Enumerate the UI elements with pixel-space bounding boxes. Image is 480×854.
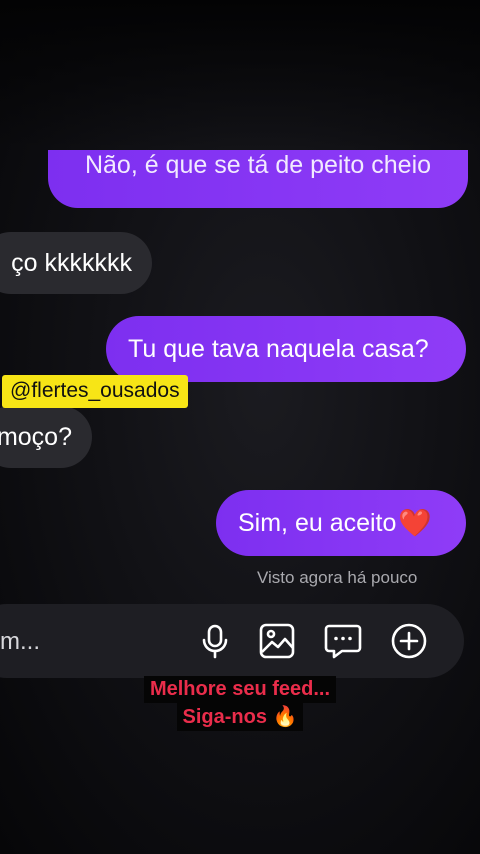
- watermark-handle: @flertes_ousados: [2, 375, 188, 408]
- fire-emoji: 🔥: [272, 706, 298, 728]
- message-bubble-sent-1[interactable]: Não, é que se tá de peito cheio: [48, 150, 468, 208]
- message-bubble-sent-3[interactable]: Sim, eu aceito ❤️: [216, 490, 466, 556]
- message-text: Não, é que se tá de peito cheio: [84, 150, 432, 179]
- message-bubble-received-2[interactable]: moço?: [0, 406, 92, 468]
- plus-icon[interactable]: [390, 622, 428, 660]
- message-text: Tu que tava naquela casa?: [128, 334, 429, 363]
- promo-text-follow: Siga-nos 🔥: [176, 702, 304, 731]
- promo-follow-label: Siga-nos: [182, 706, 267, 728]
- heart-emoji: ❤️: [398, 508, 433, 538]
- message-bubble-sent-2[interactable]: Tu que tava naquela casa?: [106, 316, 466, 382]
- chat-bubble-icon[interactable]: [324, 622, 362, 660]
- message-input[interactable]: m...: [0, 628, 40, 656]
- message-bubble-received-1[interactable]: ço kkkkkkk: [0, 232, 152, 294]
- message-text: moço?: [0, 422, 72, 451]
- message-text: ço kkkkkkk: [11, 248, 132, 277]
- seen-status: Visto agora há pouco: [257, 568, 418, 587]
- chat-screen: Não, é que se tá de peito cheio ço kkkkk…: [0, 0, 480, 854]
- top-shadow: [0, 0, 480, 150]
- message-text: Sim, eu aceito: [238, 508, 397, 537]
- promo-line-2: Siga-nos 🔥: [0, 702, 480, 731]
- microphone-icon[interactable]: [196, 622, 234, 660]
- gallery-icon[interactable]: [258, 622, 296, 660]
- promo-line-1: Melhore seu feed...: [0, 676, 480, 703]
- promo-text: Melhore seu feed...: [143, 676, 337, 703]
